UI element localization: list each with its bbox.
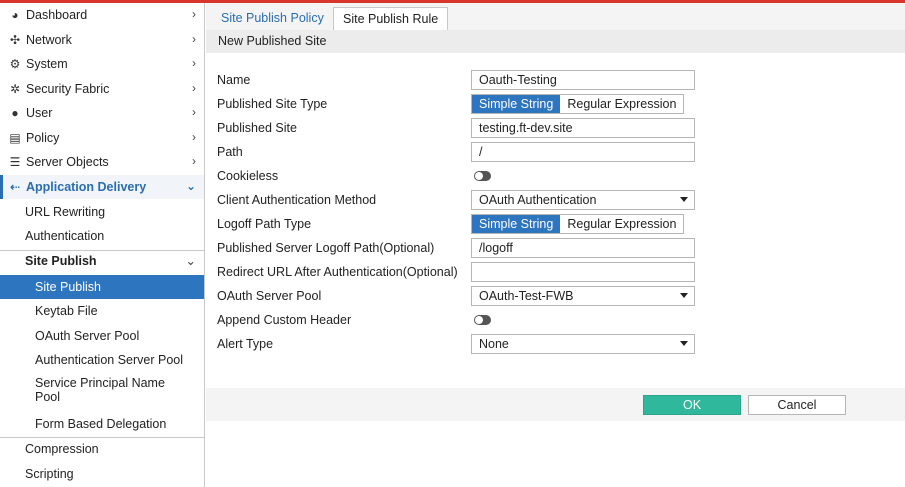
tab-site-publish-policy[interactable]: Site Publish Policy bbox=[212, 7, 333, 32]
server-icon: ☰ bbox=[9, 155, 21, 169]
sidebar-item-label: Scripting bbox=[25, 467, 74, 481]
sidebar-item-label: URL Rewriting bbox=[25, 205, 106, 219]
application-delivery-icon: ⇠ bbox=[9, 180, 21, 194]
name-label: Name bbox=[217, 73, 251, 87]
sidebar-item-label: Site Publish bbox=[25, 254, 97, 268]
sidebar-item-label: Server Objects bbox=[26, 155, 109, 169]
name-field[interactable]: Oauth-Testing bbox=[471, 70, 695, 90]
chevron-down-icon: ⌄ bbox=[185, 254, 196, 268]
sidebar-item-server-objects[interactable]: ☰ Server Objects › bbox=[0, 150, 204, 174]
published-site-type-regular-expression[interactable]: Regular Expression bbox=[560, 95, 683, 113]
page-title: New Published Site bbox=[206, 30, 905, 53]
sidebar-item-label: User bbox=[26, 106, 53, 120]
chevron-right-icon: › bbox=[192, 7, 196, 21]
sidebar-item-site-publish-group[interactable]: Site Publish ⌄ bbox=[0, 249, 204, 273]
user-icon: ● bbox=[11, 106, 19, 120]
append-custom-header-toggle[interactable] bbox=[474, 315, 491, 325]
cancel-button[interactable]: Cancel bbox=[748, 395, 846, 415]
alert-type-label: Alert Type bbox=[217, 337, 274, 351]
sidebar-item-label: Compression bbox=[25, 442, 99, 456]
logoff-path-label: Published Server Logoff Path(Optional) bbox=[217, 241, 435, 255]
chevron-right-icon: › bbox=[192, 154, 196, 168]
sidebar-item-label: Keytab File bbox=[35, 304, 98, 318]
logoff-path-type-segmented: Simple String Regular Expression bbox=[471, 214, 685, 234]
sidebar-item-service-principal-name-pool[interactable]: Service Principal Name Pool bbox=[0, 376, 204, 404]
gear-icon: ⚙ bbox=[9, 57, 21, 71]
sidebar-item-site-publish[interactable]: Site Publish bbox=[0, 275, 204, 299]
cookieless-toggle[interactable] bbox=[474, 171, 491, 181]
select-value: None bbox=[479, 337, 509, 351]
sidebar-item-url-rewriting[interactable]: URL Rewriting bbox=[0, 200, 204, 224]
published-site-type-label: Published Site Type bbox=[217, 97, 328, 111]
security-fabric-icon: ✲ bbox=[9, 82, 21, 96]
path-field[interactable]: / bbox=[471, 142, 695, 162]
sidebar-item-user[interactable]: ● User › bbox=[0, 101, 204, 125]
sidebar-item-label: Dashboard bbox=[26, 8, 88, 22]
sidebar-item-label: Policy bbox=[26, 131, 60, 145]
sidebar-item-authentication[interactable]: Authentication bbox=[0, 224, 204, 248]
client-auth-method-label: Client Authentication Method bbox=[217, 193, 377, 207]
toggle-knob bbox=[475, 172, 483, 180]
dropdown-arrow-icon bbox=[680, 197, 688, 202]
chevron-right-icon: › bbox=[192, 130, 196, 144]
sidebar: ◕ Dashboard › ✣ Network › ⚙ System › ✲ S… bbox=[0, 3, 205, 487]
sidebar-item-label: Security Fabric bbox=[26, 82, 110, 96]
sidebar-item-system[interactable]: ⚙ System › bbox=[0, 52, 204, 76]
tab-bar: Site Publish Policy Site Publish Rule bbox=[206, 3, 905, 32]
redirect-url-field[interactable] bbox=[471, 262, 695, 282]
sidebar-item-label: Authentication Server Pool bbox=[35, 353, 184, 367]
published-site-field[interactable]: testing.ft-dev.site bbox=[471, 118, 695, 138]
sidebar-item-label: Service Principal Name Pool bbox=[35, 376, 165, 404]
sidebar-item-form-based-delegation[interactable]: Form Based Delegation bbox=[0, 412, 204, 436]
oauth-server-pool-label: OAuth Server Pool bbox=[217, 289, 322, 303]
sidebar-item-authentication-server-pool[interactable]: Authentication Server Pool bbox=[0, 348, 204, 372]
sidebar-item-oauth-server-pool[interactable]: OAuth Server Pool bbox=[0, 324, 204, 348]
dashboard-icon: ◕ bbox=[11, 8, 19, 22]
sidebar-item-keytab-file[interactable]: Keytab File bbox=[0, 299, 204, 323]
chevron-right-icon: › bbox=[192, 81, 196, 95]
toggle-knob bbox=[475, 316, 483, 324]
logoff-path-type-label: Logoff Path Type bbox=[217, 217, 312, 231]
select-value: OAuth Authentication bbox=[479, 193, 597, 207]
redirect-url-label: Redirect URL After Authentication(Option… bbox=[217, 265, 458, 279]
chevron-right-icon: › bbox=[192, 56, 196, 70]
published-site-type-segmented: Simple String Regular Expression bbox=[471, 94, 685, 114]
sidebar-item-application-delivery[interactable]: ⇠ Application Delivery ⌄ bbox=[0, 175, 204, 199]
sidebar-item-dashboard[interactable]: ◕ Dashboard › bbox=[0, 3, 204, 27]
sidebar-item-security-fabric[interactable]: ✲ Security Fabric › bbox=[0, 77, 204, 101]
oauth-server-pool-select[interactable]: OAuth-Test-FWB bbox=[471, 286, 695, 306]
logoff-path-field[interactable]: /logoff bbox=[471, 238, 695, 258]
sidebar-item-label: Application Delivery bbox=[26, 180, 147, 194]
chevron-right-icon: › bbox=[192, 105, 196, 119]
sidebar-item-network[interactable]: ✣ Network › bbox=[0, 28, 204, 52]
policy-icon: ▤ bbox=[9, 131, 21, 145]
published-site-label: Published Site bbox=[217, 121, 297, 135]
dropdown-arrow-icon bbox=[680, 293, 688, 298]
sidebar-item-policy[interactable]: ▤ Policy › bbox=[0, 126, 204, 150]
sidebar-item-label: Form Based Delegation bbox=[35, 417, 167, 431]
chevron-down-icon: ⌄ bbox=[185, 179, 196, 193]
sidebar-item-scripting[interactable]: Scripting bbox=[0, 462, 204, 486]
append-custom-header-label: Append Custom Header bbox=[217, 313, 352, 327]
client-auth-method-select[interactable]: OAuth Authentication bbox=[471, 190, 695, 210]
path-label: Path bbox=[217, 145, 243, 159]
dropdown-arrow-icon bbox=[680, 341, 688, 346]
sidebar-item-label: OAuth Server Pool bbox=[35, 329, 140, 343]
cookieless-label: Cookieless bbox=[217, 169, 279, 183]
sidebar-item-compression[interactable]: Compression bbox=[0, 437, 204, 461]
ok-button[interactable]: OK bbox=[643, 395, 741, 415]
sidebar-item-label: Site Publish bbox=[35, 280, 102, 294]
sidebar-item-label: System bbox=[26, 57, 68, 71]
logoff-path-type-simple-string[interactable]: Simple String bbox=[472, 215, 561, 233]
sidebar-item-label: Network bbox=[26, 33, 72, 47]
published-site-type-simple-string[interactable]: Simple String bbox=[472, 95, 561, 113]
tab-site-publish-rule[interactable]: Site Publish Rule bbox=[333, 7, 449, 32]
logoff-path-type-regular-expression[interactable]: Regular Expression bbox=[560, 215, 683, 233]
chevron-right-icon: › bbox=[192, 32, 196, 46]
network-icon: ✣ bbox=[9, 33, 21, 47]
sidebar-item-label: Authentication bbox=[25, 229, 105, 243]
select-value: OAuth-Test-FWB bbox=[479, 289, 574, 303]
alert-type-select[interactable]: None bbox=[471, 334, 695, 354]
